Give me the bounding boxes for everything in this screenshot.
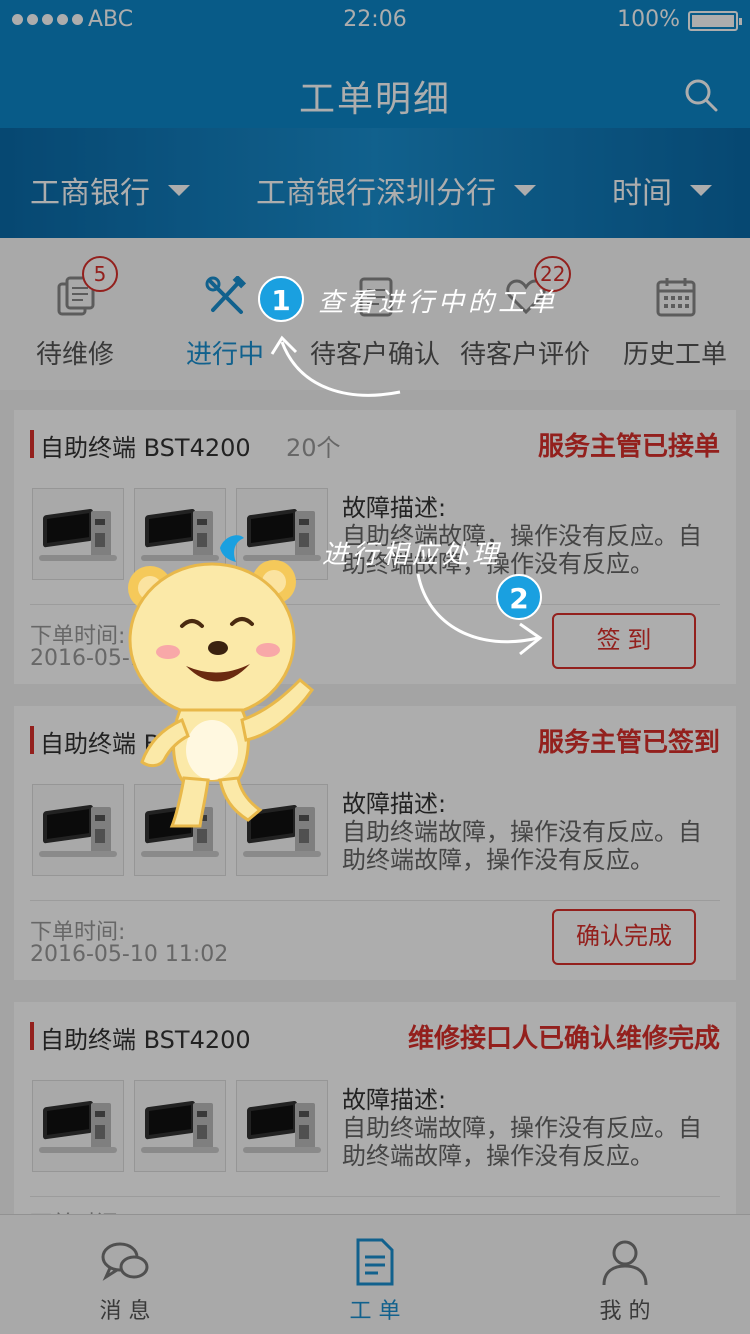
mascot-bear-image bbox=[128, 535, 315, 828]
step-one-badge: 1 bbox=[258, 276, 304, 322]
step-two-text: 进行相应处理 bbox=[322, 540, 503, 570]
step-one-arrow bbox=[270, 335, 401, 397]
step-one-text: 查看进行中的工单 bbox=[318, 288, 559, 318]
tutorial-overlay[interactable] bbox=[0, 0, 750, 1334]
step-two-arrow bbox=[416, 573, 543, 656]
